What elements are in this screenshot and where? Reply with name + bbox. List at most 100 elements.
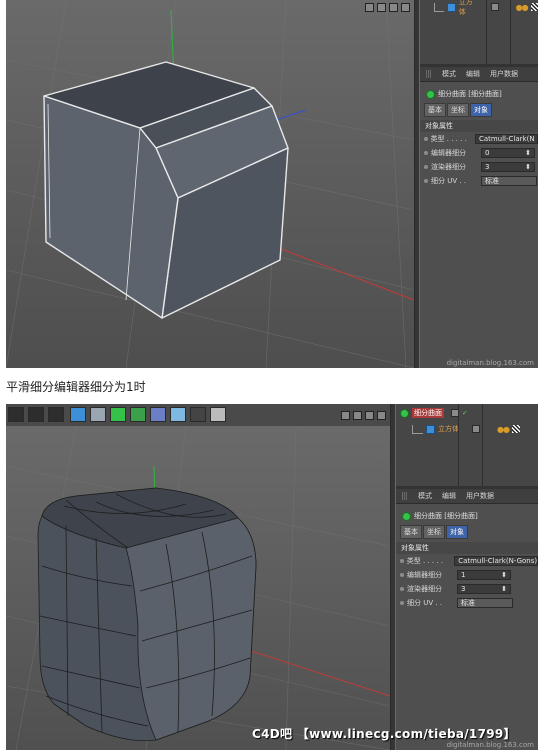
menu-edit[interactable]: 编辑 bbox=[442, 491, 456, 501]
keyframe-dot-icon[interactable] bbox=[424, 151, 428, 155]
tab-basic[interactable]: 基本 bbox=[424, 103, 446, 117]
overlay-watermark-text: C4D吧 【www.linecg.com/tieba/1799】 bbox=[252, 727, 516, 741]
menu-userdata[interactable]: 用户数据 bbox=[490, 69, 518, 79]
prop-type: 类型 . . . . . Catmull-Clark(N-Gons) bbox=[396, 554, 538, 568]
prop-label: 编辑器细分 bbox=[431, 149, 466, 157]
keyframe-dot-icon[interactable] bbox=[424, 165, 428, 169]
attribute-tabs: 基本 坐标 对象 bbox=[396, 525, 538, 539]
editor-subdivision-input[interactable]: 0 ⬍ bbox=[481, 148, 535, 158]
uv-dropdown[interactable]: 标准 bbox=[481, 176, 537, 186]
stepper-icon[interactable]: ⬍ bbox=[525, 163, 531, 171]
render-subdivision-value: 3 bbox=[485, 163, 490, 171]
tab-coord[interactable]: 坐标 bbox=[423, 525, 445, 539]
menu-mode[interactable]: 模式 bbox=[418, 491, 432, 501]
light-tool-icon[interactable] bbox=[210, 407, 226, 422]
keyframe-dot-icon[interactable] bbox=[400, 601, 404, 605]
object-title: 细分曲面 [细分曲面] bbox=[396, 509, 538, 523]
caption-text: 平滑细分编辑器细分为1时 bbox=[6, 380, 146, 394]
subdivision-surface-icon bbox=[400, 408, 409, 418]
menu-mode[interactable]: 模式 bbox=[442, 69, 456, 79]
object-row-cube[interactable]: 立方体 ●● bbox=[412, 422, 520, 436]
keyframe-dot-icon[interactable] bbox=[400, 587, 404, 591]
visibility-toggle-icon[interactable] bbox=[491, 3, 499, 11]
scene-tool-icon[interactable] bbox=[150, 407, 166, 422]
render-settings-icon[interactable] bbox=[48, 407, 64, 422]
keyframe-dot-icon[interactable] bbox=[424, 137, 428, 141]
editor-subdivision-value: 1 bbox=[461, 571, 466, 579]
move-view-icon[interactable] bbox=[341, 410, 350, 420]
rotate-view-icon[interactable] bbox=[365, 410, 374, 420]
maximize-view-icon[interactable] bbox=[377, 410, 386, 420]
toolbar bbox=[6, 404, 390, 427]
prop-label: 类型 . . . . . bbox=[430, 135, 467, 143]
stepper-icon[interactable]: ⬍ bbox=[525, 149, 531, 157]
prop-render-subdivision: 渲染器细分 3 ⬍ bbox=[420, 160, 538, 174]
object-title-text: 细分曲面 [细分曲面] bbox=[438, 90, 502, 98]
column-separator bbox=[458, 404, 459, 486]
nurbs-tool-icon[interactable] bbox=[110, 407, 126, 422]
deformer-tool-icon[interactable] bbox=[130, 407, 146, 422]
render-subdivision-input[interactable]: 3 ⬍ bbox=[457, 584, 511, 594]
attribute-menubar: 模式 编辑 用户数据 bbox=[396, 489, 538, 504]
viewport-3d[interactable] bbox=[6, 426, 390, 750]
editor-subdivision-input[interactable]: 1 ⬍ bbox=[457, 570, 511, 580]
section-header: 对象属性 bbox=[420, 120, 538, 132]
texture-tag-icon[interactable] bbox=[511, 425, 520, 433]
editor-subdivision-value: 0 bbox=[485, 149, 490, 157]
zoom-view-icon[interactable] bbox=[377, 2, 386, 12]
keyframe-dot-icon[interactable] bbox=[400, 573, 404, 577]
render-subdivision-input[interactable]: 3 ⬍ bbox=[481, 162, 535, 172]
rotate-view-icon[interactable] bbox=[389, 2, 398, 12]
move-view-icon[interactable] bbox=[365, 2, 374, 12]
menu-edit[interactable]: 编辑 bbox=[466, 69, 480, 79]
camera-tool-icon[interactable] bbox=[190, 407, 206, 422]
tab-object[interactable]: 对象 bbox=[470, 103, 492, 117]
uv-value: 标准 bbox=[461, 599, 475, 607]
stepper-icon[interactable]: ⬍ bbox=[501, 585, 507, 593]
floor-tool-icon[interactable] bbox=[170, 407, 186, 422]
stepper-icon[interactable]: ⬍ bbox=[501, 571, 507, 579]
grip-icon[interactable] bbox=[402, 492, 408, 500]
object-manager: 细分曲面 ✓ 立方体 ●● bbox=[396, 404, 538, 489]
render-region-icon[interactable] bbox=[28, 407, 44, 422]
object-label[interactable]: 立方体 bbox=[438, 424, 459, 434]
render-view-icon[interactable] bbox=[8, 407, 24, 422]
viewport-scene bbox=[6, 426, 390, 750]
grip-icon[interactable] bbox=[426, 70, 432, 78]
object-title: 细分曲面 [细分曲面] bbox=[420, 87, 538, 101]
prop-render-subdivision: 渲染器细分 3 ⬍ bbox=[396, 582, 538, 596]
viewport-nav-tools[interactable] bbox=[341, 409, 386, 421]
keyframe-dot-icon[interactable] bbox=[400, 559, 404, 563]
type-dropdown[interactable]: Catmull-Clark(N-Gons) bbox=[454, 556, 538, 566]
type-dropdown[interactable]: Catmull-Clark(N bbox=[474, 134, 538, 144]
watermark: digitalman.blog.163.com bbox=[446, 359, 534, 367]
cube-tool-icon[interactable] bbox=[70, 407, 86, 422]
visibility-toggle-icon[interactable] bbox=[472, 425, 480, 433]
object-label[interactable]: 立方体 bbox=[459, 0, 478, 17]
menu-userdata[interactable]: 用户数据 bbox=[466, 491, 494, 501]
material-tag-icon[interactable]: ●● bbox=[497, 425, 510, 434]
section-header: 对象属性 bbox=[396, 542, 538, 554]
pen-tool-icon[interactable] bbox=[90, 407, 106, 422]
object-label[interactable]: 细分曲面 bbox=[412, 408, 444, 418]
maximize-view-icon[interactable] bbox=[401, 2, 410, 12]
screenshot-bottom: 细分曲面 ✓ 立方体 ●● 模式 编辑 用户数据 细分曲面 [细分曲面] 基本 … bbox=[6, 404, 538, 750]
screenshot-top: 立方体 ●● 模式 编辑 用户数据 细分曲面 [细分曲面] 基本 坐标 对象 对… bbox=[6, 0, 538, 368]
viewport-3d[interactable] bbox=[6, 0, 414, 368]
viewport-nav-tools[interactable] bbox=[365, 1, 410, 13]
zoom-view-icon[interactable] bbox=[353, 410, 362, 420]
object-title-text: 细分曲面 [细分曲面] bbox=[414, 512, 478, 520]
prop-editor-subdivision: 编辑器细分 0 ⬍ bbox=[420, 146, 538, 160]
type-value: Catmull-Clark(N bbox=[478, 135, 535, 143]
enabled-check-icon[interactable]: ✓ bbox=[462, 409, 468, 417]
tab-coord[interactable]: 坐标 bbox=[447, 103, 469, 117]
texture-tag-icon[interactable] bbox=[530, 3, 538, 11]
column-separator bbox=[486, 0, 487, 64]
tab-object[interactable]: 对象 bbox=[446, 525, 468, 539]
prop-label: 渲染器细分 bbox=[407, 585, 442, 593]
keyframe-dot-icon[interactable] bbox=[424, 179, 428, 183]
cube-icon bbox=[426, 424, 435, 434]
material-tag-icon[interactable]: ●● bbox=[516, 3, 529, 12]
tab-basic[interactable]: 基本 bbox=[400, 525, 422, 539]
uv-dropdown[interactable]: 标准 bbox=[457, 598, 513, 608]
